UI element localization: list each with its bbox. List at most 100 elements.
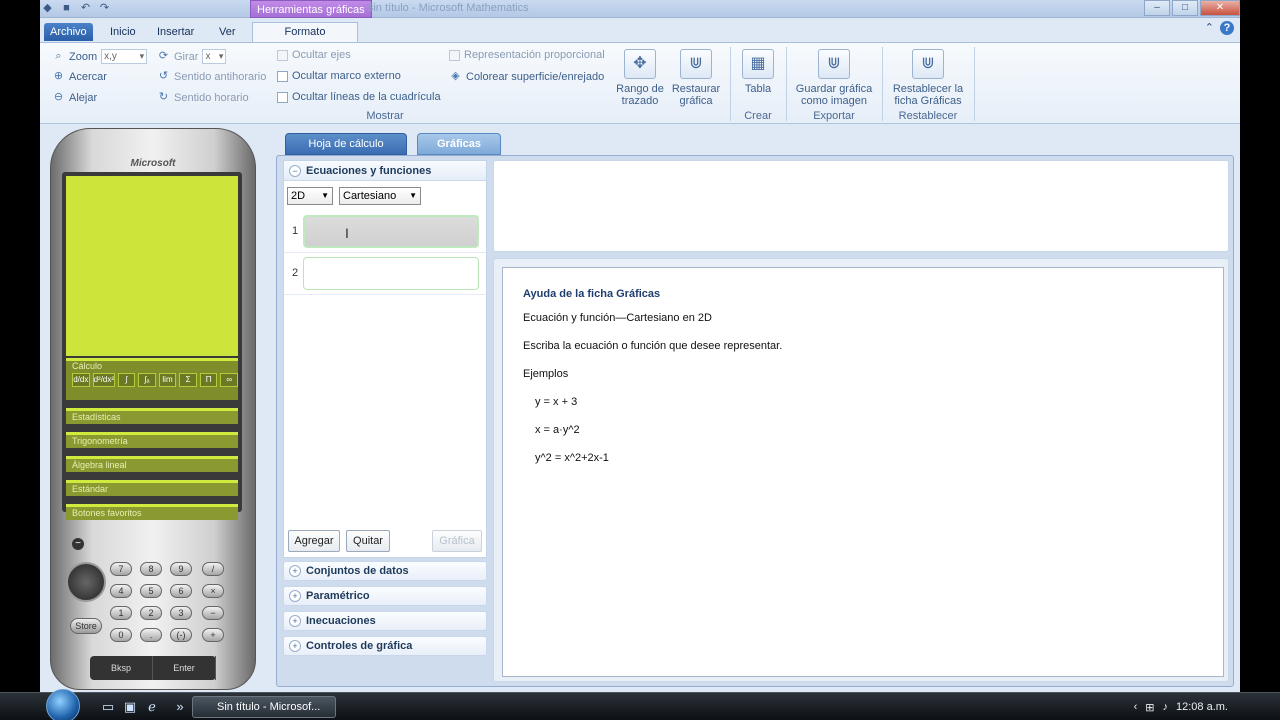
table-button[interactable]: ▦ Tabla: [738, 49, 778, 95]
hide-axes-checkbox[interactable]: Ocultar ejes: [277, 49, 351, 61]
collapse-ribbon-icon[interactable]: ⌃: [1205, 21, 1214, 35]
taskbar-window-button[interactable]: Sin título - Microsof...: [192, 696, 336, 718]
tray-expand-icon[interactable]: ‹: [1134, 701, 1138, 713]
remove-button[interactable]: Quitar: [346, 530, 390, 552]
category-item[interactable]: Botones favoritos: [66, 504, 238, 520]
equation-number: 1: [292, 225, 299, 237]
equation-input[interactable]: I: [303, 215, 479, 248]
calc-digit-key[interactable]: 7: [110, 562, 132, 576]
show-desktop-icon[interactable]: ▭: [100, 699, 116, 715]
hide-frame-checkbox[interactable]: Ocultar marco externo: [277, 70, 401, 82]
group-restablecer: Restablecer: [898, 110, 958, 122]
tab-formato[interactable]: Formato: [252, 22, 358, 43]
app-icon[interactable]: ◆: [40, 1, 55, 16]
category-calculo[interactable]: Cálculo d/dx d²/dx² ∫ ∫ₐ lim Σ Π ∞: [66, 358, 239, 400]
rotate-ccw-button[interactable]: ↺ Sentido antihorario: [157, 70, 266, 83]
category-label: Cálculo: [72, 361, 103, 371]
rotate-cw-button[interactable]: ↻ Sentido horario: [157, 91, 249, 104]
undo-icon[interactable]: ↶: [78, 1, 93, 16]
color-surface-button[interactable]: ◈ Colorear superficie/enrejado: [449, 70, 604, 83]
close-button[interactable]: ✕: [1200, 0, 1240, 16]
calc-digit-key[interactable]: 5: [140, 584, 162, 598]
redo-icon[interactable]: ↷: [97, 1, 112, 16]
zoom-out-button[interactable]: ⊖ Alejar: [52, 91, 97, 104]
save-image-button[interactable]: ⋓ Guardar gráfica como imagen: [792, 49, 876, 107]
calc-digit-key[interactable]: +: [202, 628, 224, 642]
category-item[interactable]: Trigonometría: [66, 432, 238, 448]
calc-digit-key[interactable]: .: [140, 628, 162, 642]
section-inequalities[interactable]: + Inecuaciones: [283, 611, 487, 631]
zoom-axis-select[interactable]: x,y: [101, 49, 148, 64]
calc-key[interactable]: Σ: [179, 373, 197, 387]
tab-worksheet[interactable]: Hoja de cálculo: [285, 133, 407, 155]
coordinate-select[interactable]: Cartesiano: [339, 187, 421, 205]
enter-button[interactable]: Enter: [153, 656, 216, 680]
reset-graphs-tab-button[interactable]: ⋓ Restablecer la ficha Gráficas: [888, 49, 968, 107]
clock[interactable]: 12:08 a.m.: [1176, 701, 1228, 713]
quicklaunch-chevron-icon[interactable]: »: [172, 699, 188, 715]
hide-frame-check[interactable]: [277, 70, 288, 82]
clear-key[interactable]: −: [72, 538, 84, 550]
calc-key[interactable]: ∞: [220, 373, 239, 387]
add-button[interactable]: Agregar: [288, 530, 340, 552]
proportional-checkbox[interactable]: Representación proporcional: [449, 49, 605, 61]
section-label: Inecuaciones: [306, 615, 376, 627]
section-graph-controls[interactable]: + Controles de gráfica: [283, 636, 487, 656]
tab-ver[interactable]: Ver: [213, 23, 242, 41]
calc-digit-key[interactable]: 8: [140, 562, 162, 576]
dimension-select[interactable]: 2D: [287, 187, 333, 205]
hide-grid-checkbox[interactable]: Ocultar líneas de la cuadrícula: [277, 91, 441, 103]
network-icon[interactable]: ⊞: [1145, 701, 1154, 714]
calc-digit-key[interactable]: /: [202, 562, 224, 576]
calc-digit-key[interactable]: ×: [202, 584, 224, 598]
category-item[interactable]: Álgebra lineal: [66, 456, 238, 472]
category-item[interactable]: Estándar: [66, 480, 238, 496]
save-icon[interactable]: ■: [59, 1, 74, 16]
hide-grid-check[interactable]: [277, 91, 288, 103]
proportional-check[interactable]: [449, 49, 460, 61]
section-data-sets[interactable]: + Conjuntos de datos: [283, 561, 487, 581]
backspace-button[interactable]: Bksp: [90, 656, 153, 680]
calc-digit-key[interactable]: 9: [170, 562, 192, 576]
plot-range-button[interactable]: ✥ Rango de trazado: [614, 49, 666, 107]
volume-icon[interactable]: ♪: [1163, 701, 1169, 713]
calc-digit-key[interactable]: 3: [170, 606, 192, 620]
calc-key[interactable]: d²/dx²: [92, 373, 115, 387]
internet-explorer-icon[interactable]: ℯ: [144, 699, 160, 715]
calc-digit-key[interactable]: (-): [170, 628, 192, 642]
calc-digit-key[interactable]: 2: [140, 606, 162, 620]
switch-windows-icon[interactable]: ▣: [122, 699, 138, 715]
tab-insertar[interactable]: Insertar: [151, 23, 200, 41]
calc-key[interactable]: ∫: [117, 373, 136, 387]
graph-area[interactable]: [493, 160, 1229, 252]
tab-graphs[interactable]: Gráficas: [417, 133, 501, 155]
calc-digit-key[interactable]: 0: [110, 628, 132, 642]
calc-digit-key[interactable]: −: [202, 606, 224, 620]
section-parametric[interactable]: + Paramétrico: [283, 586, 487, 606]
direction-pad[interactable]: [66, 562, 106, 602]
help-icon[interactable]: ?: [1220, 21, 1234, 35]
equation-input[interactable]: [303, 257, 479, 290]
zoom-in-button[interactable]: ⊕ Acercar: [52, 70, 107, 83]
start-button[interactable]: [46, 689, 80, 720]
color-surface-label: Colorear superficie/enrejado: [466, 70, 605, 83]
zoom-out-icon: ⊖: [53, 91, 64, 103]
store-button[interactable]: Store: [70, 618, 102, 634]
calc-key[interactable]: Π: [199, 373, 218, 387]
rotate-axis-select[interactable]: x: [202, 49, 227, 64]
calc-digit-key[interactable]: 4: [110, 584, 132, 598]
maximize-button[interactable]: □: [1172, 0, 1198, 16]
calc-digit-key[interactable]: 1: [110, 606, 132, 620]
calc-key[interactable]: ∫ₐ: [138, 373, 156, 387]
calc-key[interactable]: lim: [158, 373, 177, 387]
equations-header[interactable]: − Ecuaciones y funciones: [284, 161, 486, 181]
category-item[interactable]: Estadísticas: [66, 408, 238, 424]
calc-key[interactable]: d/dx: [72, 373, 90, 387]
tab-inicio[interactable]: Inicio: [104, 23, 142, 41]
minimize-button[interactable]: –: [1144, 0, 1170, 16]
tab-archivo[interactable]: Archivo: [44, 23, 93, 41]
restore-graph-button[interactable]: ⋓ Restaurar gráfica: [670, 49, 722, 107]
graph-button[interactable]: Gráfica: [432, 530, 482, 552]
calc-digit-key[interactable]: 6: [170, 584, 192, 598]
hide-axes-check[interactable]: [277, 49, 288, 61]
